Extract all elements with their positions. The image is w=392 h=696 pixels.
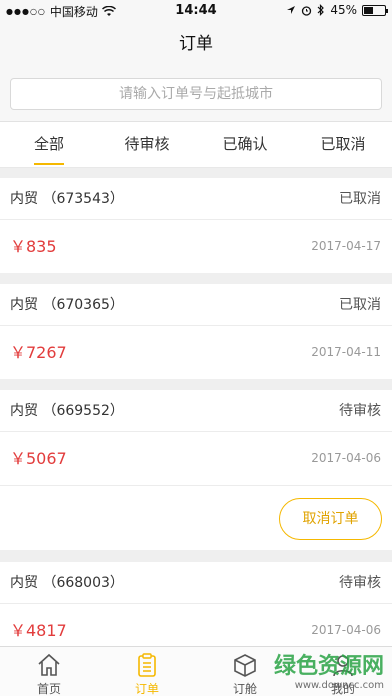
location-icon	[287, 6, 296, 14]
order-price: ￥7267	[10, 343, 67, 362]
battery-icon	[362, 4, 388, 16]
home-icon	[38, 653, 60, 676]
order-details: ￥4817 2017-04-06	[0, 604, 392, 646]
tabbar-item-orders[interactable]: 订单	[98, 647, 196, 696]
order-header: 内贸 （669552） 待审核	[0, 390, 392, 432]
page-title: 订单	[0, 22, 392, 66]
status-bar: ●●●○○ 中国移动 14:44 45%	[0, 0, 392, 22]
tabbar-item-profile[interactable]: 我的	[294, 647, 392, 696]
order-title: 内贸 （668003）	[10, 575, 124, 591]
battery-percent: 45%	[330, 3, 357, 17]
order-date: 2017-04-17	[311, 239, 381, 253]
tabbar-item-booking[interactable]: 订舱	[196, 647, 294, 696]
search-input[interactable]: 请输入订单号与起抵城市	[10, 78, 382, 110]
tab-cancelled[interactable]: 已取消	[294, 122, 392, 167]
clipboard-icon	[138, 653, 156, 677]
box-icon	[234, 654, 256, 677]
cancel-order-button[interactable]: 取消订单	[279, 498, 382, 540]
order-date: 2017-04-06	[311, 623, 381, 637]
order-title: 内贸 （669552）	[10, 403, 124, 419]
tab-pending[interactable]: 待审核	[98, 122, 196, 167]
order-title: 内贸 （670365）	[10, 297, 124, 313]
order-status: 已取消	[339, 297, 381, 313]
order-details: ￥835 2017-04-17	[0, 220, 392, 273]
tabbar-label: 订单	[134, 682, 159, 696]
order-header: 内贸 （668003） 待审核	[0, 562, 392, 604]
tabbar-label: 我的	[330, 682, 355, 696]
alarm-icon	[302, 5, 312, 16]
bluetooth-icon	[317, 4, 325, 16]
order-date: 2017-04-11	[311, 345, 381, 359]
order-details: ￥7267 2017-04-11	[0, 326, 392, 379]
order-details: ￥5067 2017-04-06	[0, 432, 392, 485]
order-status: 待审核	[339, 403, 381, 419]
order-card[interactable]: 内贸 （670365） 已取消 ￥7267 2017-04-11	[0, 284, 392, 379]
order-card[interactable]: 内贸 （668003） 待审核 ￥4817 2017-04-06	[0, 562, 392, 646]
tabbar-label: 订舱	[232, 682, 257, 696]
order-date: 2017-04-06	[311, 451, 381, 465]
order-price: ￥5067	[10, 449, 67, 468]
person-icon	[333, 655, 353, 677]
tabbar-item-home[interactable]: 首页	[0, 647, 98, 696]
search-bar: 请输入订单号与起抵城市	[0, 66, 392, 122]
tabbar-label: 首页	[36, 682, 61, 696]
order-card[interactable]: 内贸 （673543） 已取消 ￥835 2017-04-17	[0, 178, 392, 273]
order-price: ￥4817	[10, 621, 67, 640]
order-title: 内贸 （673543）	[10, 191, 124, 207]
order-price: ￥835	[10, 237, 57, 256]
order-status: 已取消	[339, 191, 381, 207]
tab-confirmed[interactable]: 已确认	[196, 122, 294, 167]
order-actions: 取消订单	[0, 485, 392, 550]
order-card[interactable]: 内贸 （669552） 待审核 ￥5067 2017-04-06 取消订单	[0, 390, 392, 550]
status-right: 45%	[286, 3, 388, 17]
bottom-tab-bar: 首页 订单 订舱 我的	[0, 646, 392, 696]
order-tabs: 全部 待审核 已确认 已取消	[0, 122, 392, 168]
order-status: 待审核	[339, 575, 381, 591]
order-header: 内贸 （670365） 已取消	[0, 284, 392, 326]
order-header: 内贸 （673543） 已取消	[0, 178, 392, 220]
tab-all[interactable]: 全部	[0, 122, 98, 167]
